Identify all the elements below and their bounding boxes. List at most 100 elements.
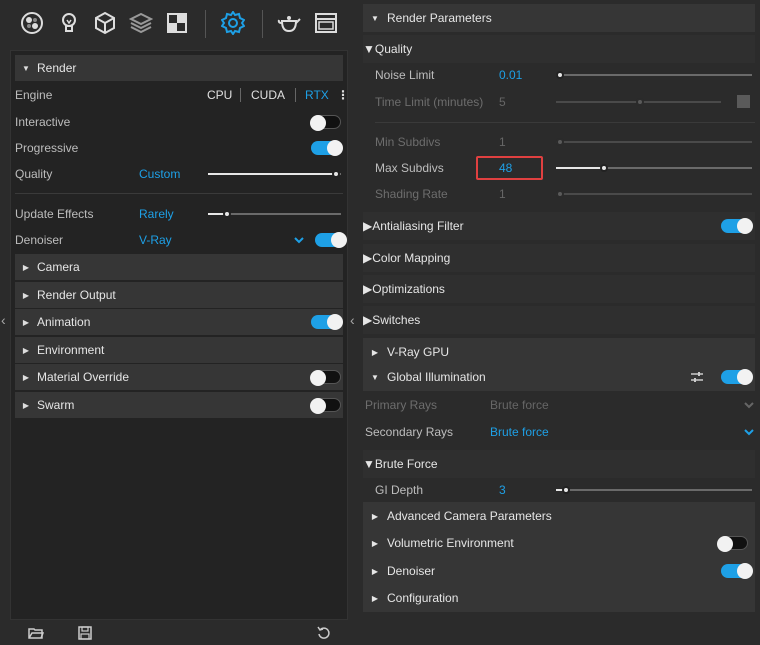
separator: [240, 88, 241, 102]
collapse-triangle-icon: ▼: [22, 63, 30, 73]
secondary-rays-row: Secondary Rays Brute force: [363, 420, 755, 444]
render-section-header[interactable]: ▼ Render: [15, 55, 343, 81]
gi-depth-value[interactable]: 3: [499, 483, 506, 497]
texture-icon[interactable]: [162, 8, 192, 38]
render-parameters-panel: ▼ Render Parameters ▼ Quality Noise Limi…: [363, 4, 757, 614]
swarm-section[interactable]: ▶ Swarm: [15, 392, 343, 418]
volumetric-environment-section[interactable]: ▶ Volumetric Environment: [363, 529, 755, 557]
denoiser-section[interactable]: ▶ Denoiser: [363, 557, 755, 585]
secondary-rays-value[interactable]: Brute force: [490, 425, 549, 439]
shading-rate-value[interactable]: 1: [499, 187, 506, 201]
right-panel: ▼ Render Parameters ▼ Quality Noise Limi…: [360, 0, 760, 645]
time-limit-label: Time Limit (minutes): [375, 95, 484, 109]
section-label: Switches: [372, 313, 421, 327]
noise-limit-row: Noise Limit 0.01: [363, 63, 755, 87]
chevron-down-icon[interactable]: [744, 427, 754, 437]
color-mapping-section[interactable]: ▶ Color Mapping: [363, 244, 755, 272]
min-subdivs-label: Min Subdivs: [375, 135, 441, 149]
quality-subsection[interactable]: ▼ Quality: [363, 35, 755, 63]
teapot-render-icon[interactable]: [274, 8, 304, 38]
light-bulb-icon[interactable]: [54, 8, 84, 38]
global-illumination-toggle[interactable]: [721, 369, 753, 385]
denoiser-toggle[interactable]: [315, 232, 347, 248]
update-effects-slider[interactable]: [208, 210, 341, 218]
denoiser-value[interactable]: V-Ray: [139, 233, 172, 247]
gi-depth-slider[interactable]: [556, 486, 752, 494]
volumetric-environment-toggle[interactable]: [717, 536, 748, 552]
render-output-section[interactable]: ▶ Render Output: [15, 282, 343, 308]
configuration-section[interactable]: ▶ Configuration: [363, 584, 755, 612]
antialiasing-filter-section[interactable]: ▶ Antialiasing Filter: [363, 212, 755, 240]
interactive-row: Interactive: [15, 111, 343, 133]
antialiasing-toggle[interactable]: [721, 218, 753, 234]
noise-limit-value[interactable]: 0.01: [499, 68, 522, 82]
min-subdivs-slider[interactable]: [556, 138, 752, 146]
time-limit-value[interactable]: 5: [499, 95, 506, 109]
vray-gpu-header[interactable]: ▶ V-Ray GPU: [363, 338, 755, 366]
collapse-right-arrow-icon[interactable]: ‹: [350, 312, 360, 330]
engine-rtx-option[interactable]: RTX: [305, 88, 329, 102]
section-label: Animation: [37, 315, 91, 329]
denoiser-section-toggle[interactable]: [721, 563, 753, 579]
animation-section[interactable]: ▶ Animation: [15, 309, 343, 335]
open-folder-icon[interactable]: [28, 625, 44, 641]
camera-section[interactable]: ▶ Camera: [15, 254, 343, 280]
progressive-toggle[interactable]: [311, 140, 343, 156]
engine-label: Engine: [15, 88, 53, 102]
sliders-icon[interactable]: [690, 370, 704, 384]
collapse-left-arrow-icon[interactable]: ‹: [1, 312, 11, 330]
max-subdivs-value[interactable]: 48: [499, 161, 512, 175]
expand-triangle-icon: ▶: [22, 317, 30, 327]
chevron-down-icon[interactable]: [744, 400, 754, 410]
optimizations-section[interactable]: ▶ Optimizations: [363, 275, 755, 303]
cube-icon[interactable]: [90, 8, 120, 38]
noise-limit-slider[interactable]: [556, 71, 752, 79]
engine-row: Engine CPU CUDA RTX ⋮: [15, 84, 349, 106]
frame-buffer-icon[interactable]: [311, 8, 341, 38]
separator: [295, 88, 296, 102]
section-label: Camera: [37, 260, 80, 274]
material-override-toggle[interactable]: [310, 370, 341, 386]
animation-toggle[interactable]: [311, 314, 343, 330]
expand-triangle-icon: ▶: [22, 345, 30, 355]
max-subdivs-slider[interactable]: [556, 164, 752, 172]
left-panel: ▼ Render Engine CPU CUDA RTX ⋮ Interacti…: [0, 0, 360, 645]
global-illumination-header[interactable]: ▼ Global Illumination: [363, 363, 755, 391]
shading-rate-slider[interactable]: [556, 190, 752, 198]
swarm-toggle[interactable]: [310, 398, 341, 414]
section-label: Volumetric Environment: [387, 536, 514, 550]
section-label: Optimizations: [372, 282, 445, 296]
interactive-toggle[interactable]: [310, 115, 341, 131]
toolbar-separator: [262, 10, 263, 38]
expand-triangle-icon: ▶: [22, 262, 30, 272]
expand-triangle-icon: ▶: [363, 282, 373, 296]
settings-gear-icon[interactable]: [218, 8, 248, 38]
layers-icon[interactable]: [126, 8, 156, 38]
update-effects-value[interactable]: Rarely: [139, 207, 174, 221]
time-limit-checkbox[interactable]: [737, 95, 750, 108]
save-icon[interactable]: [77, 625, 93, 641]
primary-rays-label: Primary Rays: [365, 398, 438, 412]
time-limit-row: Time Limit (minutes) 5: [363, 90, 755, 114]
quality-slider[interactable]: [208, 170, 341, 178]
quality-value[interactable]: Custom: [139, 167, 180, 181]
render-parameters-header[interactable]: ▼ Render Parameters: [363, 4, 755, 32]
material-override-section[interactable]: ▶ Material Override: [15, 364, 343, 390]
time-limit-slider[interactable]: [556, 98, 721, 106]
min-subdivs-value[interactable]: 1: [499, 135, 506, 149]
primary-rays-value[interactable]: Brute force: [490, 398, 549, 412]
switches-section[interactable]: ▶ Switches: [363, 306, 755, 334]
material-ball-icon[interactable]: [17, 8, 47, 38]
brute-force-subsection[interactable]: ▼ Brute Force: [363, 450, 755, 478]
min-subdivs-row: Min Subdivs 1: [363, 130, 755, 154]
more-options-icon[interactable]: ⋮: [337, 88, 349, 102]
quality-label: Quality: [15, 167, 53, 181]
reset-icon[interactable]: [316, 625, 332, 641]
collapse-triangle-icon: ▼: [363, 42, 375, 56]
engine-cpu-option[interactable]: CPU: [207, 88, 232, 102]
advanced-camera-section[interactable]: ▶ Advanced Camera Parameters: [363, 502, 755, 530]
environment-section[interactable]: ▶ Environment: [15, 337, 343, 363]
chevron-down-icon[interactable]: [294, 235, 304, 245]
engine-cuda-option[interactable]: CUDA: [251, 88, 285, 102]
shading-rate-row: Shading Rate 1: [363, 182, 755, 206]
